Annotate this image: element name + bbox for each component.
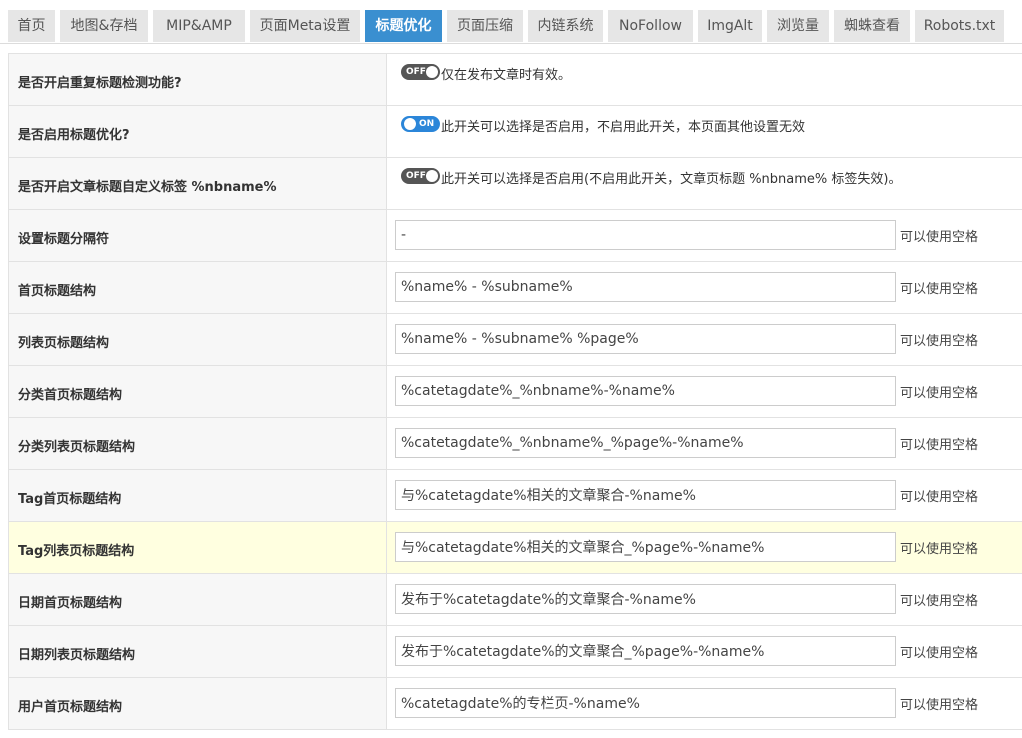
field-hint: 可以使用空格 (900, 490, 979, 505)
label-cell: 列表页标题结构 (9, 314, 387, 365)
tab-mip-amp[interactable]: MIP&AMP (153, 10, 245, 42)
label-cell: Tag首页标题结构 (9, 470, 387, 521)
label-cell: 分类列表页标题结构 (9, 418, 387, 469)
tab-home[interactable]: 首页 (8, 10, 55, 42)
field-row-date-list-title: 日期列表页标题结构 可以使用空格 (9, 626, 1022, 678)
settings-table: 是否开启重复标题检测功能? OFF 仅在发布文章时有效。 是否启用标题优化? O… (8, 53, 1022, 730)
label-cell: 日期首页标题结构 (9, 574, 387, 625)
tab-bar: 首页 地图&存档 MIP&AMP 页面Meta设置 标题优化 页面压缩 内链系统… (0, 0, 1022, 44)
toggle-knob (426, 170, 438, 182)
field-label: 列表页标题结构 (18, 336, 110, 351)
field-hint: 可以使用空格 (900, 230, 979, 245)
home-title-input[interactable] (395, 272, 896, 302)
custom-tag-toggle[interactable]: OFF (401, 168, 440, 184)
field-label: Tag首页标题结构 (18, 492, 122, 507)
field-label: 分类列表页标题结构 (18, 440, 136, 455)
field-hint: 可以使用空格 (900, 386, 979, 401)
field-row-tag-list-title: Tag列表页标题结构 可以使用空格 (9, 522, 1022, 574)
category-list-title-input[interactable] (395, 428, 896, 458)
toggle-knob (404, 118, 416, 130)
date-home-title-input[interactable] (395, 584, 896, 614)
label-cell: 是否开启重复标题检测功能? (9, 54, 387, 105)
date-list-title-input[interactable] (395, 636, 896, 666)
field-row-category-list-title: 分类列表页标题结构 可以使用空格 (9, 418, 1022, 470)
toggle-text: ON (419, 119, 435, 129)
dup-check-description: 仅在发布文章时有效。 (441, 68, 572, 83)
label-cell: 设置标题分隔符 (9, 210, 387, 261)
tab-page-compress[interactable]: 页面压缩 (447, 10, 523, 42)
label-cell: 首页标题结构 (9, 262, 387, 313)
field-label: 日期列表页标题结构 (18, 648, 136, 663)
tab-robots-txt[interactable]: Robots.txt (915, 10, 1004, 42)
user-home-title-input[interactable] (395, 688, 896, 718)
toggle-knob (426, 66, 438, 78)
tab-page-meta[interactable]: 页面Meta设置 (250, 10, 360, 42)
field-row-date-home-title: 日期首页标题结构 可以使用空格 (9, 574, 1022, 626)
setting-row-enable-opt: 是否启用标题优化? ON 此开关可以选择是否启用，不启用此开关，本页面其他设置无… (9, 106, 1022, 158)
field-label: 首页标题结构 (18, 284, 97, 299)
dup-check-toggle[interactable]: OFF (401, 64, 440, 80)
field-hint: 可以使用空格 (900, 542, 979, 557)
category-home-title-input[interactable] (395, 376, 896, 406)
field-label: 分类首页标题结构 (18, 388, 123, 403)
field-row-list-title: 列表页标题结构 可以使用空格 (9, 314, 1022, 366)
list-title-input[interactable] (395, 324, 896, 354)
field-hint: 可以使用空格 (900, 282, 979, 297)
field-hint: 可以使用空格 (900, 594, 979, 609)
setting-label: 是否启用标题优化? (18, 128, 130, 143)
setting-row-custom-tag: 是否开启文章标题自定义标签 %nbname% OFF 此开关可以选择是否启用(不… (9, 158, 1022, 210)
setting-label: 是否开启文章标题自定义标签 %nbname% (18, 180, 277, 195)
field-row-separator: 设置标题分隔符 可以使用空格 (9, 210, 1022, 262)
enable-opt-toggle[interactable]: ON (401, 116, 440, 132)
tab-title-optimization[interactable]: 标题优化 (365, 10, 442, 42)
label-cell: 是否开启文章标题自定义标签 %nbname% (9, 158, 387, 209)
field-row-category-home-title: 分类首页标题结构 可以使用空格 (9, 366, 1022, 418)
label-cell: Tag列表页标题结构 (9, 522, 387, 573)
enable-opt-description: 此开关可以选择是否启用，不启用此开关，本页面其他设置无效 (441, 120, 806, 135)
field-row-home-title: 首页标题结构 可以使用空格 (9, 262, 1022, 314)
separator-input[interactable] (395, 220, 896, 250)
field-row-user-home-title: 用户首页标题结构 可以使用空格 (9, 678, 1022, 730)
field-label: Tag列表页标题结构 (18, 544, 135, 559)
field-row-tag-home-title: Tag首页标题结构 可以使用空格 (9, 470, 1022, 522)
field-label: 日期首页标题结构 (18, 596, 123, 611)
field-label: 用户首页标题结构 (18, 700, 123, 715)
tag-list-title-input[interactable] (395, 532, 896, 562)
tag-home-title-input[interactable] (395, 480, 896, 510)
tab-sitemap-archive[interactable]: 地图&存档 (60, 10, 148, 42)
setting-row-dup-check: 是否开启重复标题检测功能? OFF 仅在发布文章时有效。 (9, 54, 1022, 106)
label-cell: 是否启用标题优化? (9, 106, 387, 157)
setting-label: 是否开启重复标题检测功能? (18, 76, 182, 91)
tab-nofollow[interactable]: NoFollow (608, 10, 693, 42)
field-hint: 可以使用空格 (900, 698, 979, 713)
tab-spider-view[interactable]: 蜘蛛查看 (834, 10, 910, 42)
custom-tag-description: 此开关可以选择是否启用(不启用此开关，文章页标题 %nbname% 标签失效)。 (441, 172, 902, 187)
field-hint: 可以使用空格 (900, 646, 979, 661)
field-hint: 可以使用空格 (900, 438, 979, 453)
tab-internal-links[interactable]: 内链系统 (528, 10, 603, 42)
tab-imgalt[interactable]: ImgAlt (698, 10, 762, 42)
toggle-text: OFF (406, 171, 426, 181)
toggle-text: OFF (406, 67, 426, 77)
field-hint: 可以使用空格 (900, 334, 979, 349)
label-cell: 分类首页标题结构 (9, 366, 387, 417)
tab-pageviews[interactable]: 浏览量 (767, 10, 829, 42)
field-label: 设置标题分隔符 (18, 232, 110, 247)
label-cell: 用户首页标题结构 (9, 678, 387, 729)
label-cell: 日期列表页标题结构 (9, 626, 387, 677)
